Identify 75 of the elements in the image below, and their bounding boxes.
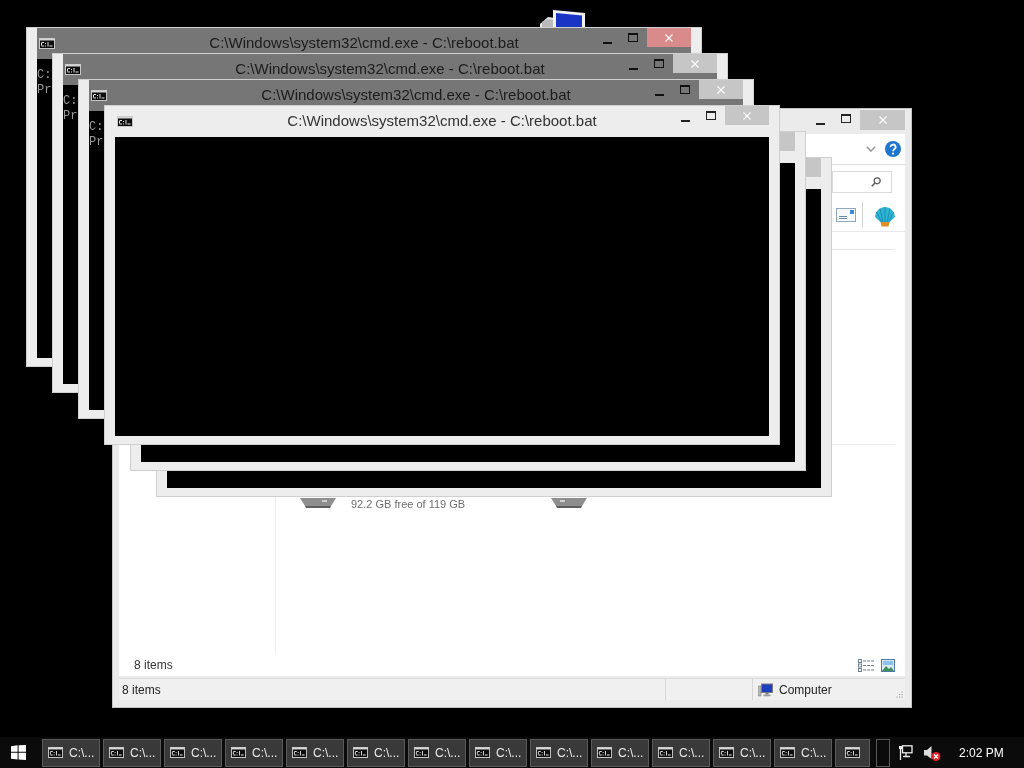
taskbar-button[interactable]: C:\... (469, 738, 527, 767)
console-icon (719, 747, 734, 758)
console-icon (91, 90, 107, 101)
console-icon (170, 747, 185, 758)
taskbar-button[interactable]: C:\... (286, 738, 344, 767)
item-count: 8 items (134, 658, 173, 672)
close-icon (743, 111, 751, 120)
console-text: Pr (63, 109, 78, 124)
close-icon (665, 33, 673, 42)
console-icon (231, 747, 246, 758)
window-title: C:\Windows\system32\cmd.exe - C:\reboot.bat (261, 86, 571, 103)
clock[interactable]: 2:02 PM (959, 745, 1004, 760)
resize-grip-icon[interactable] (896, 691, 903, 698)
help-icon[interactable] (885, 141, 901, 157)
minimize-icon (602, 42, 612, 44)
close-icon (878, 116, 887, 124)
maximize-icon (654, 59, 664, 68)
muted-speaker-icon[interactable] (923, 744, 941, 761)
taskbar-button[interactable]: C:\... (42, 738, 100, 767)
console-icon (39, 38, 55, 49)
console-icon (780, 747, 795, 758)
details-view-icon[interactable] (858, 658, 875, 672)
close-icon (717, 85, 725, 94)
taskbar-button[interactable]: C:\... (347, 738, 405, 767)
taskbar-button[interactable]: C:\... (652, 738, 710, 767)
minimize-icon (680, 120, 690, 122)
envelope-icon[interactable] (836, 207, 856, 222)
taskbar-button[interactable]: C:\... (530, 738, 588, 767)
maximize-icon (680, 85, 690, 94)
empty-taskbar-button[interactable] (876, 738, 890, 767)
chevron-down-icon[interactable] (866, 146, 876, 152)
console-text: C: (63, 94, 78, 109)
large-icons-view-icon[interactable] (881, 658, 895, 672)
console-text: Pr (89, 135, 104, 150)
close-icon (691, 59, 699, 68)
maximize-icon (706, 111, 716, 120)
console-text: C: (89, 120, 104, 135)
console-icon (536, 747, 551, 758)
taskbar-button[interactable]: C:\... (103, 738, 161, 767)
console-text: C: (37, 68, 52, 83)
console-icon (597, 747, 612, 758)
window-title: C:\Windows\system32\cmd.exe - C:\reboot.bat (235, 60, 545, 77)
desktop-shortcut-icon[interactable] (540, 9, 586, 27)
taskbar-button[interactable]: C:\... (713, 738, 771, 767)
console-icon (353, 747, 368, 758)
console-icon (292, 747, 307, 758)
taskbar-button[interactable]: C:\... (774, 738, 832, 767)
maximize-icon (841, 114, 851, 123)
computer-icon (758, 682, 773, 697)
console-icon (475, 747, 490, 758)
search-field[interactable] (832, 170, 892, 193)
taskbar-button[interactable] (835, 738, 870, 767)
status-item-count: 8 items (122, 682, 161, 697)
console-icon (414, 747, 429, 758)
minimize-icon (654, 94, 664, 96)
start-icon (10, 745, 26, 760)
taskbar-button[interactable]: C:\... (164, 738, 222, 767)
taskbar-button[interactable]: C:\... (408, 738, 466, 767)
console-icon (109, 747, 124, 758)
minimize-icon (628, 68, 638, 70)
minimize-icon (815, 123, 825, 125)
window-title: C:\Windows\system32\cmd.exe - C:\reboot.bat (209, 34, 519, 51)
search-icon (871, 176, 881, 187)
console-icon (845, 747, 860, 758)
console-icon (658, 747, 673, 758)
taskbar-button[interactable]: C:\... (591, 738, 649, 767)
drive-free-space-text: 92.2 GB free of 119 GB (351, 498, 466, 511)
console-icon (48, 747, 63, 758)
console-icon (65, 64, 81, 75)
maximize-icon (628, 33, 638, 42)
location-text: Computer (779, 682, 832, 697)
taskbar-button[interactable]: C:\... (225, 738, 283, 767)
network-icon[interactable] (899, 745, 913, 760)
window-title: C:\Windows\system32\cmd.exe - C:\reboot.bat (287, 112, 597, 129)
console-text: Pr (37, 83, 52, 98)
